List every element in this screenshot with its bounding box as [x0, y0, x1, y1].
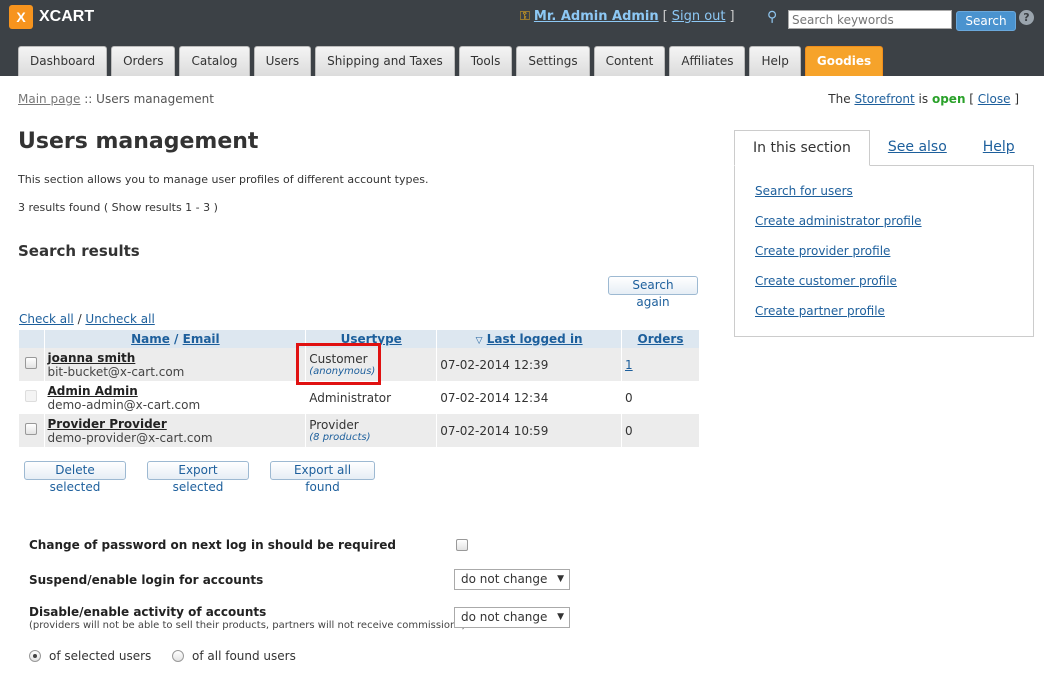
- sort-last-login-link[interactable]: Last logged in: [487, 332, 583, 346]
- breadcrumb-home-link[interactable]: Main page: [18, 92, 80, 106]
- side-tab-see-also[interactable]: See also: [870, 130, 965, 166]
- radio-all-found-users-label: of all found users: [192, 649, 296, 663]
- delete-selected-button[interactable]: Delete selected: [24, 461, 126, 494]
- search-input[interactable]: [788, 10, 952, 29]
- main-nav-tabs: Dashboard Orders Catalog Users Shipping …: [18, 46, 887, 76]
- store-status: The Storefront is open [ Close ]: [828, 92, 1019, 106]
- check-links: Check all / Uncheck all: [19, 312, 155, 326]
- search-users-link[interactable]: Search for users: [755, 184, 853, 198]
- tab-dashboard[interactable]: Dashboard: [18, 46, 108, 76]
- breadcrumb: Main page :: Users management: [18, 92, 214, 106]
- tab-orders[interactable]: Orders: [111, 46, 176, 76]
- suspend-login-select[interactable]: do not change ▼: [454, 569, 570, 590]
- user-area: ⚿ Mr. Admin Admin [ Sign out ]: [520, 9, 735, 24]
- breadcrumb-current: Users management: [96, 92, 214, 106]
- tab-tools[interactable]: Tools: [458, 46, 513, 76]
- last-login: 07-02-2014 12:34: [436, 381, 623, 414]
- user-name-link[interactable]: Mr. Admin Admin: [534, 9, 659, 24]
- user-email: bit-bucket@x-cart.com: [47, 364, 185, 379]
- uncheck-all-link[interactable]: Uncheck all: [85, 312, 154, 326]
- tab-shipping-taxes[interactable]: Shipping and Taxes: [315, 46, 455, 76]
- password-change-label: Change of password on next log in should…: [29, 538, 396, 552]
- table-row: Admin Admin demo-admin@x-cart.com Admini…: [19, 381, 700, 414]
- tab-users[interactable]: Users: [253, 46, 312, 76]
- top-bar: X XCART ⚿ Mr. Admin Admin [ Sign out ] ⚲…: [0, 0, 1044, 76]
- user-email: demo-provider@x-cart.com: [47, 430, 213, 445]
- radio-all-found-users[interactable]: [172, 650, 184, 662]
- sort-desc-icon: ▽: [475, 336, 483, 346]
- tab-affiliates[interactable]: Affiliates: [669, 46, 746, 76]
- last-login: 07-02-2014 12:39: [436, 348, 623, 381]
- tab-help[interactable]: Help: [749, 46, 801, 76]
- row-checkbox[interactable]: [25, 423, 37, 435]
- page-description: This section allows you to manage user p…: [18, 173, 429, 186]
- results-count: 3 results found ( Show results 1 - 3 ): [18, 201, 218, 214]
- create-admin-link[interactable]: Create administrator profile: [755, 214, 922, 228]
- dropdown-arrow-icon: ▼: [557, 612, 564, 622]
- sort-usertype-link[interactable]: Usertype: [341, 332, 402, 346]
- store-open-status: open: [931, 92, 966, 106]
- export-all-button[interactable]: Export all found: [270, 461, 375, 494]
- side-tab-in-this-section[interactable]: In this section: [734, 130, 870, 166]
- activity-note: (providers will not be able to sell thei…: [29, 620, 466, 631]
- table-header-row: Name / Email Usertype ▽ Last logged in O…: [19, 330, 700, 348]
- sort-orders-link[interactable]: Orders: [638, 332, 684, 346]
- key-icon: ⚿: [520, 9, 530, 24]
- create-partner-link[interactable]: Create partner profile: [755, 304, 885, 318]
- table-row: Provider Provider demo-provider@x-cart.c…: [19, 414, 700, 447]
- usertype: Customer: [309, 352, 368, 366]
- last-login: 07-02-2014 10:59: [436, 414, 623, 447]
- usertype-note: (8 products): [309, 432, 371, 443]
- sort-name-link[interactable]: Name: [131, 332, 170, 346]
- radio-selected-users-label: of selected users: [49, 649, 152, 663]
- logo-text: XCART: [39, 8, 95, 25]
- side-panel-tabs: In this section See also Help: [734, 130, 1033, 166]
- table-row: joanna smith bit-bucket@x-cart.com Custo…: [19, 348, 700, 381]
- user-name-link[interactable]: joanna smith: [47, 351, 135, 365]
- suspend-login-label: Suspend/enable login for accounts: [29, 573, 264, 587]
- search-icon: ⚲: [767, 9, 778, 25]
- tab-settings[interactable]: Settings: [516, 46, 590, 76]
- check-all-link[interactable]: Check all: [19, 312, 74, 326]
- export-selected-button[interactable]: Export selected: [147, 461, 249, 494]
- user-email: demo-admin@x-cart.com: [47, 397, 201, 412]
- orders-count: 0: [621, 414, 700, 447]
- orders-link[interactable]: 1: [625, 358, 633, 372]
- users-table: Name / Email Usertype ▽ Last logged in O…: [19, 330, 700, 447]
- search-again-button[interactable]: Search again: [608, 276, 698, 309]
- side-tab-help[interactable]: Help: [965, 130, 1033, 166]
- orders-count: 0: [621, 381, 700, 414]
- sign-out-link[interactable]: Sign out: [672, 9, 726, 24]
- activity-label: Disable/enable activity of accounts: [29, 605, 267, 619]
- storefront-link[interactable]: Storefront: [854, 92, 914, 106]
- search-button[interactable]: Search: [956, 11, 1016, 31]
- help-icon[interactable]: ?: [1019, 10, 1034, 25]
- usertype: Administrator: [305, 381, 438, 414]
- tab-goodies[interactable]: Goodies: [804, 46, 884, 76]
- tab-catalog[interactable]: Catalog: [179, 46, 250, 76]
- activity-select[interactable]: do not change ▼: [454, 607, 570, 628]
- usertype: Provider: [309, 418, 359, 432]
- cart-logo-icon: X: [9, 5, 33, 29]
- dropdown-arrow-icon: ▼: [557, 574, 564, 584]
- user-name-link[interactable]: Provider Provider: [47, 417, 166, 431]
- usertype-note: (anonymous): [309, 366, 376, 377]
- radio-selected-users[interactable]: [29, 650, 41, 662]
- page-title: Users management: [18, 129, 259, 154]
- password-change-checkbox[interactable]: [456, 539, 468, 551]
- create-provider-link[interactable]: Create provider profile: [755, 244, 890, 258]
- create-customer-link[interactable]: Create customer profile: [755, 274, 897, 288]
- user-name-link[interactable]: Admin Admin: [47, 384, 137, 398]
- tab-content[interactable]: Content: [593, 46, 666, 76]
- row-checkbox: [25, 390, 37, 402]
- side-panel-body: Search for users Create administrator pr…: [734, 165, 1034, 337]
- close-store-link[interactable]: Close: [978, 92, 1011, 106]
- logo[interactable]: X XCART: [9, 5, 94, 29]
- search-results-heading: Search results: [18, 242, 140, 260]
- sort-email-link[interactable]: Email: [183, 332, 220, 346]
- side-panel: In this section See also Help Search for…: [734, 130, 1034, 337]
- row-checkbox[interactable]: [25, 357, 37, 369]
